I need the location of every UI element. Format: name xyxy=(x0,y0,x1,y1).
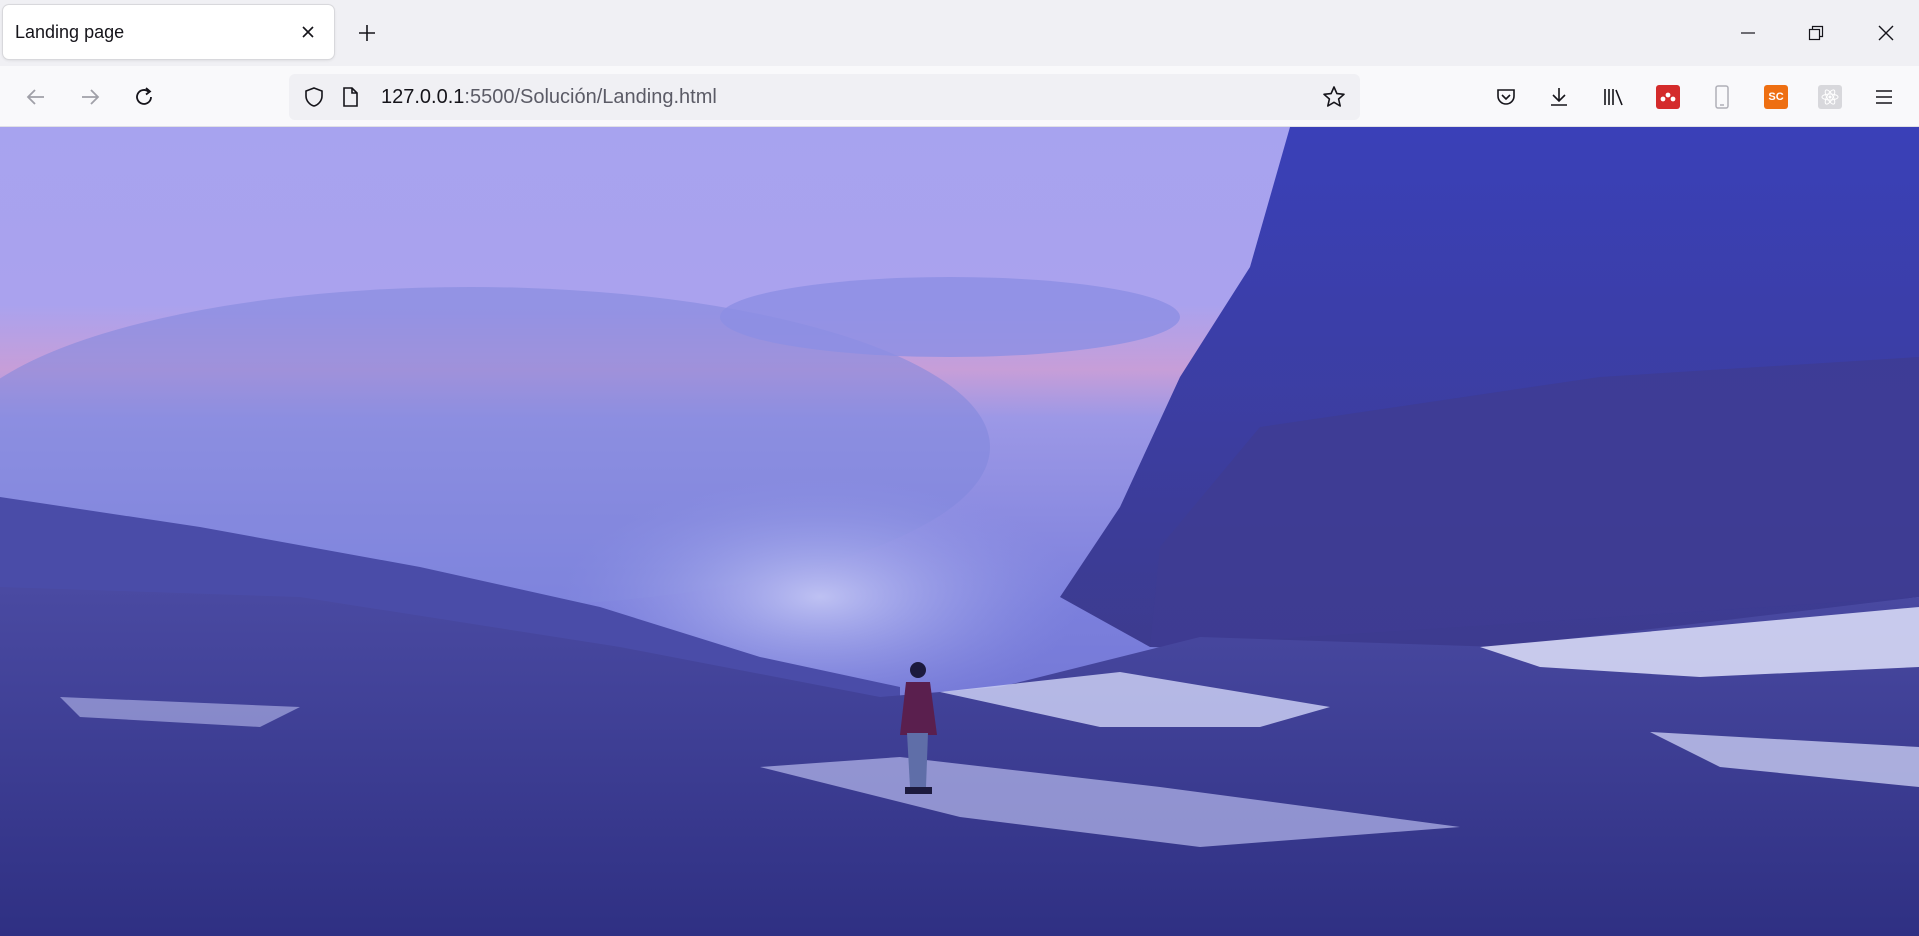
url-host: 127.0.0.1 xyxy=(381,86,465,108)
tab-landing-page[interactable]: Landing page xyxy=(3,5,334,59)
close-tab-icon[interactable] xyxy=(292,16,324,48)
address-bar[interactable]: 127.0.0.1:5500/Solución/Landing.html xyxy=(289,74,1360,120)
reload-icon[interactable] xyxy=(126,79,162,115)
pocket-icon[interactable] xyxy=(1488,79,1524,115)
library-icon[interactable] xyxy=(1596,79,1632,115)
mobile-device-icon[interactable] xyxy=(1704,79,1740,115)
tab-title: Landing page xyxy=(15,21,125,42)
sc-extension-icon[interactable]: SC xyxy=(1758,79,1794,115)
react-devtools-icon[interactable] xyxy=(1812,79,1848,115)
minimize-icon[interactable] xyxy=(1721,0,1775,66)
mendeley-extension-icon[interactable] xyxy=(1650,79,1686,115)
landing-hero-image xyxy=(0,127,1919,936)
url-path: :5500/Solución/Landing.html xyxy=(464,86,717,108)
downloads-icon[interactable] xyxy=(1541,79,1577,115)
mendeley-badge xyxy=(1656,85,1680,109)
sc-badge: SC xyxy=(1764,85,1788,109)
forward-icon[interactable] xyxy=(72,79,108,115)
tab-strip: Landing page xyxy=(0,0,1919,66)
back-icon[interactable] xyxy=(18,79,54,115)
url-text[interactable]: 127.0.0.1:5500/Solución/Landing.html xyxy=(381,86,717,109)
react-badge xyxy=(1818,85,1842,109)
navigation-toolbar: 127.0.0.1:5500/Solución/Landing.html SC xyxy=(0,66,1919,127)
shield-icon[interactable] xyxy=(299,82,329,112)
menu-icon[interactable] xyxy=(1866,79,1902,115)
restore-icon[interactable] xyxy=(1789,0,1843,66)
mountain-landscape xyxy=(0,127,1919,936)
close-window-icon[interactable] xyxy=(1859,0,1913,66)
page-icon[interactable] xyxy=(335,82,365,112)
bookmark-star-icon[interactable] xyxy=(1319,82,1349,112)
new-tab-icon[interactable] xyxy=(350,16,384,50)
